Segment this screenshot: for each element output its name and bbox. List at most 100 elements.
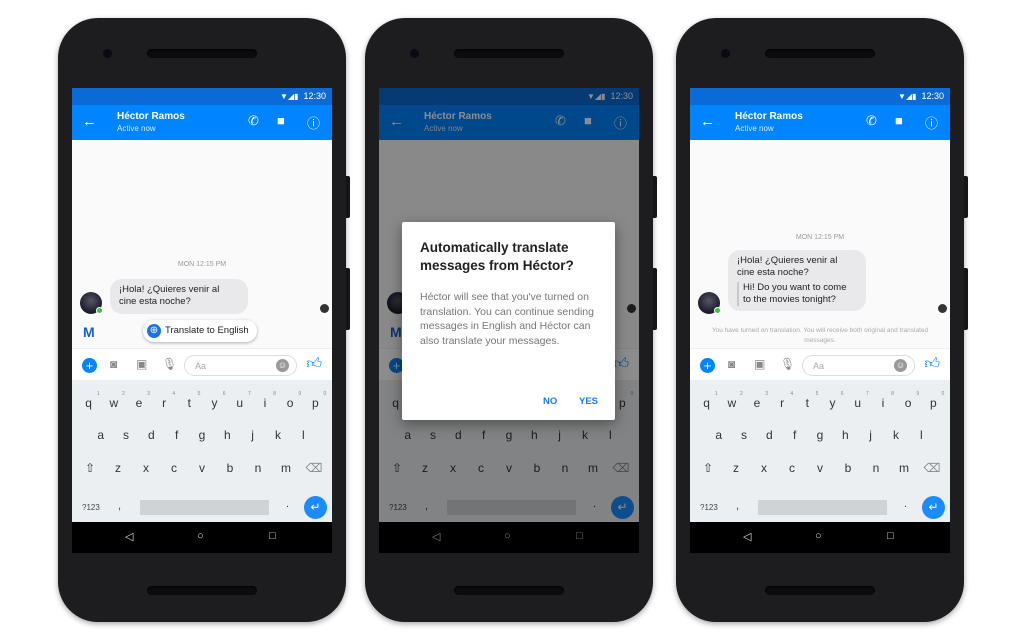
translate-to-english-button[interactable]: ⊕Translate to English <box>143 320 257 342</box>
space-key[interactable] <box>758 500 887 515</box>
key-l[interactable]: l <box>292 428 314 442</box>
key-y[interactable]: y6 <box>822 391 844 410</box>
key-c[interactable]: c <box>163 461 185 475</box>
nav-home-icon[interactable]: ○ <box>197 530 204 542</box>
period-key[interactable]: . <box>904 498 907 510</box>
avatar[interactable] <box>80 292 103 314</box>
key-a[interactable]: a <box>90 428 112 442</box>
key-s[interactable]: s <box>115 428 137 442</box>
key-v[interactable]: v <box>809 461 831 475</box>
key-r[interactable]: r4 <box>771 391 793 410</box>
key-o[interactable]: o9 <box>279 391 301 410</box>
nav-recents-icon[interactable]: □ <box>887 530 894 542</box>
key-o[interactable]: o9 <box>897 391 919 410</box>
key-u[interactable]: u7 <box>847 391 868 410</box>
plus-icon[interactable]: + <box>700 358 715 373</box>
backspace-key[interactable]: ⌫ <box>921 461 943 475</box>
key-f[interactable]: f <box>784 428 806 442</box>
key-v[interactable]: v <box>191 461 213 475</box>
enter-key[interactable]: ↵ <box>304 496 327 519</box>
comma-key[interactable]: , <box>118 500 121 512</box>
avatar[interactable] <box>698 292 721 314</box>
key-p[interactable]: p0 <box>304 391 326 410</box>
key-q[interactable]: q1 <box>696 391 717 410</box>
key-x[interactable]: x <box>753 461 775 475</box>
key-g[interactable]: g <box>191 428 213 442</box>
period-key[interactable]: . <box>286 498 289 510</box>
key-d[interactable]: d <box>140 428 162 442</box>
key-f[interactable]: f <box>166 428 188 442</box>
key-q[interactable]: q1 <box>78 391 99 410</box>
nav-home-icon[interactable]: ○ <box>815 530 822 542</box>
camera-icon[interactable]: ◙ <box>728 357 735 371</box>
key-d[interactable]: d <box>758 428 780 442</box>
message-input[interactable]: Aa☺ <box>802 355 915 376</box>
symbols-key[interactable]: ?123 <box>82 503 100 512</box>
back-arrow-icon[interactable]: ← <box>700 113 715 130</box>
key-k[interactable]: k <box>885 428 907 442</box>
back-arrow-icon[interactable]: ← <box>82 113 97 130</box>
nav-back-icon[interactable]: ◁ <box>125 530 133 543</box>
key-k[interactable]: k <box>267 428 289 442</box>
key-n[interactable]: n <box>865 461 887 475</box>
key-j[interactable]: j <box>860 428 882 442</box>
key-j[interactable]: j <box>242 428 264 442</box>
shift-key[interactable]: ⇧ <box>79 461 101 475</box>
key-x[interactable]: x <box>135 461 157 475</box>
gallery-icon[interactable]: ▣ <box>754 357 765 371</box>
key-t[interactable]: t5 <box>178 391 201 410</box>
info-icon[interactable]: ⓘ <box>307 113 320 132</box>
thumbs-up-icon[interactable]: 👍︎ <box>924 355 940 373</box>
key-n[interactable]: n <box>247 461 269 475</box>
key-z[interactable]: z <box>107 461 129 475</box>
microphone-icon[interactable]: 🎙︎ <box>162 357 177 371</box>
key-h[interactable]: h <box>216 428 238 442</box>
key-b[interactable]: b <box>837 461 859 475</box>
emoji-icon[interactable]: ☺ <box>276 359 289 372</box>
plus-icon[interactable]: + <box>82 358 97 373</box>
key-r[interactable]: r4 <box>153 391 175 410</box>
key-u[interactable]: u7 <box>229 391 250 410</box>
contact-name[interactable]: Héctor Ramos <box>735 111 803 122</box>
message-bubble[interactable]: ¡Hola! ¿Quieres venir al cine esta noche… <box>110 279 248 314</box>
key-g[interactable]: g <box>809 428 831 442</box>
enter-key[interactable]: ↵ <box>922 496 945 519</box>
space-key[interactable] <box>140 500 269 515</box>
key-l[interactable]: l <box>910 428 932 442</box>
comma-key[interactable]: , <box>736 500 739 512</box>
thumbs-up-icon[interactable]: 👍︎ <box>306 355 322 373</box>
message-input[interactable]: Aa☺ <box>184 355 297 376</box>
shift-key[interactable]: ⇧ <box>697 461 719 475</box>
key-i[interactable]: i8 <box>872 391 894 410</box>
emoji-icon[interactable]: ☺ <box>894 359 907 372</box>
backspace-key[interactable]: ⌫ <box>303 461 325 475</box>
info-icon[interactable]: ⓘ <box>925 113 938 132</box>
microphone-icon[interactable]: 🎙︎ <box>780 357 795 371</box>
key-y[interactable]: y6 <box>204 391 226 410</box>
key-e[interactable]: e3 <box>128 391 150 410</box>
key-a[interactable]: a <box>708 428 730 442</box>
video-call-icon[interactable]: ■ <box>895 113 903 128</box>
no-button[interactable]: NO <box>543 396 557 407</box>
key-i[interactable]: i8 <box>254 391 276 410</box>
symbols-key[interactable]: ?123 <box>700 503 718 512</box>
gallery-icon[interactable]: ▣ <box>136 357 147 371</box>
key-h[interactable]: h <box>834 428 856 442</box>
key-b[interactable]: b <box>219 461 241 475</box>
phone-call-icon[interactable]: ✆ <box>248 113 259 129</box>
key-c[interactable]: c <box>781 461 803 475</box>
nav-back-icon[interactable]: ◁ <box>743 530 751 543</box>
key-t[interactable]: t5 <box>796 391 819 410</box>
message-bubble[interactable]: ¡Hola! ¿Quieres venir al cine esta noche… <box>728 250 866 312</box>
key-s[interactable]: s <box>733 428 755 442</box>
nav-recents-icon[interactable]: □ <box>269 530 276 542</box>
key-e[interactable]: e3 <box>746 391 768 410</box>
phone-call-icon[interactable]: ✆ <box>866 113 877 129</box>
contact-name[interactable]: Héctor Ramos <box>117 111 185 122</box>
video-call-icon[interactable]: ■ <box>277 113 285 128</box>
key-w[interactable]: w2 <box>721 391 742 410</box>
yes-button[interactable]: YES <box>579 396 598 407</box>
camera-icon[interactable]: ◙ <box>110 357 117 371</box>
key-z[interactable]: z <box>725 461 747 475</box>
key-w[interactable]: w2 <box>103 391 124 410</box>
